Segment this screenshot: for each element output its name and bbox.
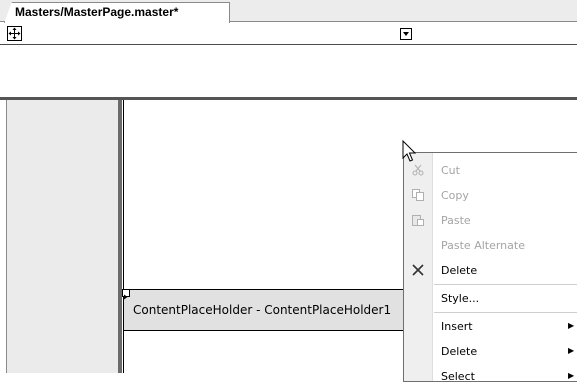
- menu-item-delete[interactable]: Delete: [404, 258, 577, 283]
- x-delete-icon: [410, 263, 426, 279]
- menu-item-cut[interactable]: Cut: [404, 158, 577, 183]
- menu-item-label: Cut: [441, 164, 460, 177]
- left-panel-border: [118, 100, 122, 373]
- move-handle-icon[interactable]: [7, 26, 22, 41]
- menu-item-label: Delete: [441, 264, 478, 277]
- menu-item-select[interactable]: Select ▶: [404, 364, 577, 389]
- copy-icon: [410, 188, 426, 204]
- menu-separator: [434, 284, 577, 285]
- context-menu: Cut Copy Paste Paste Alternate Delete St…: [403, 152, 577, 383]
- menu-item-label: Style...: [441, 292, 480, 305]
- submenu-arrow-icon: ▶: [568, 346, 575, 355]
- menu-item-insert[interactable]: Insert ▶: [404, 314, 577, 339]
- menu-item-label: Delete: [441, 345, 478, 358]
- menu-item-delete-submenu[interactable]: Delete ▶: [404, 339, 577, 364]
- submenu-arrow-icon: ▶: [568, 321, 575, 330]
- scissors-icon: [410, 163, 426, 179]
- menu-item-label: Paste Alternate: [441, 239, 525, 252]
- left-panel: [6, 100, 120, 373]
- menu-item-paste[interactable]: Paste: [404, 208, 577, 233]
- document-tab-title: Masters/MasterPage.master*: [15, 5, 179, 19]
- content-placeholder[interactable]: ContentPlaceHolder - ContentPlaceHolder1: [124, 289, 404, 331]
- chevron-down-icon[interactable]: [400, 28, 412, 40]
- menu-item-label: Select: [441, 370, 475, 383]
- menu-item-copy[interactable]: Copy: [404, 183, 577, 208]
- menu-item-label: Copy: [441, 189, 469, 202]
- menu-item-label: Paste: [441, 214, 471, 227]
- content-placeholder-label: ContentPlaceHolder - ContentPlaceHolder1: [133, 303, 392, 317]
- menu-item-paste-alternate[interactable]: Paste Alternate: [404, 233, 577, 258]
- document-tab[interactable]: Masters/MasterPage.master*: [4, 2, 230, 23]
- submenu-arrow-icon: ▶: [568, 371, 575, 380]
- menu-item-style[interactable]: Style...: [404, 286, 577, 311]
- menu-separator: [434, 312, 577, 313]
- divider: [0, 44, 577, 45]
- placeholder-tag-icon[interactable]: [122, 289, 130, 300]
- paste-icon: [410, 213, 426, 229]
- mouse-pointer-icon: [402, 139, 420, 164]
- menu-item-label: Insert: [441, 320, 473, 333]
